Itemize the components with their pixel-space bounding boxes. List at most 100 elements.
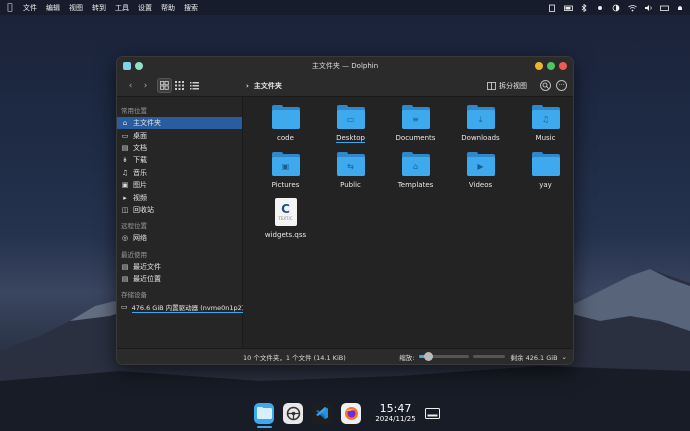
menu-tools[interactable]: 工具 bbox=[115, 3, 129, 13]
home-icon: ⌂ bbox=[122, 119, 128, 128]
menu-file[interactable]: 文件 bbox=[23, 3, 37, 13]
breadcrumb[interactable]: › 主文件夹 bbox=[246, 81, 282, 91]
keyboard-icon[interactable] bbox=[660, 4, 669, 12]
dock-clock[interactable]: 15:47 2024/11/25 bbox=[375, 403, 416, 424]
sidebar-heading-remote: 远程位置 bbox=[121, 222, 147, 231]
zoom-slider[interactable] bbox=[418, 352, 469, 361]
sidebar-item-music[interactable]: ♫ 音乐 bbox=[117, 167, 242, 179]
firefox-icon[interactable] bbox=[341, 402, 362, 424]
file-label: Documents bbox=[395, 134, 436, 142]
folder-item-downloads[interactable]: ⤓ Downloads bbox=[448, 105, 513, 143]
places-sidebar: 常用位置 ⌂ 主文件夹 ▭ 桌面 ▤ 文档 ↡ 下载 ♫ 音乐 ▣ 图片 ▸ 视频 ◫ 回收站 … bbox=[117, 97, 245, 348]
notifications-icon[interactable] bbox=[676, 4, 684, 12]
sidebar-item-label: 视频 bbox=[133, 193, 147, 202]
volume-icon[interactable] bbox=[644, 4, 652, 12]
compact-view-icon[interactable] bbox=[172, 78, 187, 93]
clock-date: 2024/11/25 bbox=[375, 415, 416, 423]
sidebar-item-recent-locations[interactable]: ▤ 最近位置 bbox=[117, 273, 242, 285]
search-icon[interactable] bbox=[540, 80, 551, 91]
folder-item-music[interactable]: ♫ Music bbox=[513, 105, 573, 143]
sidebar-item-desktop[interactable]: ▭ 桌面 bbox=[117, 129, 242, 141]
sidebar-item-network[interactable]: ◎ 网络 bbox=[117, 232, 242, 244]
battery-icon[interactable] bbox=[564, 4, 573, 12]
maximize-button[interactable] bbox=[547, 62, 555, 70]
wifi-icon[interactable] bbox=[628, 4, 637, 12]
folder-item-templates[interactable]: ⌂ Templates bbox=[383, 152, 448, 189]
sidebar-item-pictures[interactable]: ▣ 图片 bbox=[117, 179, 242, 191]
close-button[interactable] bbox=[559, 62, 567, 70]
split-view-button[interactable]: 拆分视图 bbox=[487, 81, 527, 91]
menu-help[interactable]: 帮助 bbox=[161, 3, 175, 13]
steering-app-icon[interactable] bbox=[283, 402, 304, 424]
dock: 15:47 2024/11/25 bbox=[250, 398, 444, 428]
dolphin-window: 主文件夹 — Dolphin ‹ › › 主文件夹 拆分视图 ··· 常用位置 … bbox=[116, 56, 574, 365]
bluetooth-icon[interactable] bbox=[580, 3, 588, 12]
window-menu-icon[interactable] bbox=[123, 62, 131, 70]
file-view[interactable]: code ▭ Desktop ≡ Documents ⤓ Downloads ♫… bbox=[243, 97, 573, 348]
file-label: Music bbox=[535, 134, 556, 142]
clipboard-icon[interactable] bbox=[548, 4, 556, 12]
menu-edit[interactable]: 编辑 bbox=[46, 3, 60, 13]
apple-icon[interactable]:  bbox=[6, 3, 14, 13]
folder-icon bbox=[271, 105, 300, 129]
sidebar-heading-devices: 存储设备 bbox=[121, 291, 147, 300]
drive-icon: ▭ bbox=[121, 303, 128, 312]
breadcrumb-home[interactable]: 主文件夹 bbox=[254, 81, 282, 91]
menu-view[interactable]: 视图 bbox=[69, 3, 83, 13]
folder-item-code[interactable]: code bbox=[253, 105, 318, 143]
pin-icon[interactable] bbox=[135, 62, 143, 70]
network-icon: ◎ bbox=[121, 234, 129, 243]
folder-pictures-icon: ▣ bbox=[271, 152, 300, 176]
sidebar-item-label: 最近位置 bbox=[133, 275, 161, 284]
file-label: widgets.qss bbox=[264, 231, 307, 239]
sidebar-item-home[interactable]: ⌂ 主文件夹 bbox=[117, 117, 242, 130]
folder-item-videos[interactable]: ▶ Videos bbox=[448, 152, 513, 189]
disk-usage-bar bbox=[472, 355, 505, 358]
back-icon[interactable]: ‹ bbox=[123, 78, 138, 93]
menu-search[interactable]: 搜索 bbox=[184, 3, 198, 13]
chevron-down-icon[interactable]: ⌄ bbox=[562, 353, 567, 361]
folder-item-documents[interactable]: ≡ Documents bbox=[383, 105, 448, 143]
window-titlebar[interactable]: 主文件夹 — Dolphin bbox=[117, 57, 573, 75]
folder-item-pictures[interactable]: ▣ Pictures bbox=[253, 152, 318, 189]
sidebar-item-trash[interactable]: ◫ 回收站 bbox=[117, 204, 242, 216]
trash-icon: ◫ bbox=[121, 205, 129, 214]
details-view-icon[interactable] bbox=[187, 78, 202, 93]
sidebar-item-videos[interactable]: ▸ 视频 bbox=[117, 191, 242, 203]
minimize-button[interactable] bbox=[535, 62, 543, 70]
document-icon: ▤ bbox=[121, 143, 129, 152]
breadcrumb-chevron-icon: › bbox=[246, 81, 249, 90]
sidebar-item-drive[interactable]: ▭ 476.6 GiB 内置驱动器 (nvme0n1p2) bbox=[117, 301, 245, 313]
sidebar-item-recent-files[interactable]: ▤ 最近文件 bbox=[117, 261, 242, 273]
download-icon: ↡ bbox=[122, 156, 128, 165]
sidebar-item-label: 图片 bbox=[133, 181, 147, 190]
zoom-slider-handle[interactable] bbox=[424, 352, 433, 361]
night-mode-icon[interactable] bbox=[612, 4, 620, 12]
sidebar-item-documents[interactable]: ▤ 文档 bbox=[117, 142, 242, 154]
file-label: Downloads bbox=[461, 134, 500, 142]
music-icon: ♫ bbox=[121, 168, 129, 177]
forward-icon[interactable]: › bbox=[138, 78, 153, 93]
brightness-icon[interactable] bbox=[596, 4, 604, 12]
file-item-widgets-qss[interactable]: C TEXT/C widgets.qss bbox=[253, 198, 318, 239]
menu-go[interactable]: 转到 bbox=[92, 3, 106, 13]
sidebar-item-downloads[interactable]: ↡ 下载 bbox=[117, 154, 242, 166]
menu-settings[interactable]: 设置 bbox=[138, 3, 152, 13]
show-desktop-icon[interactable] bbox=[424, 403, 440, 424]
sidebar-item-label: 476.6 GiB 内置驱动器 (nvme0n1p2) bbox=[131, 303, 245, 313]
free-space-label: 剩余 426.1 GiB bbox=[510, 353, 558, 362]
vscode-icon[interactable] bbox=[312, 402, 333, 424]
recent-files-icon: ▤ bbox=[121, 262, 129, 271]
folder-music-icon: ♫ bbox=[531, 105, 560, 129]
folder-item-public[interactable]: ⇆ Public bbox=[318, 152, 383, 189]
sidebar-item-label: 主文件夹 bbox=[133, 119, 161, 128]
file-label: Public bbox=[340, 181, 361, 189]
more-menu-button[interactable]: ··· bbox=[556, 80, 567, 91]
sidebar-item-label: 桌面 bbox=[133, 131, 147, 140]
status-bar: 10 个文件夹，1 个文件 (14.1 KiB) 缩放: 剩余 426.1 Gi… bbox=[117, 348, 573, 364]
top-menubar:  文件 编辑 视图 转到 工具 设置 帮助 搜索 bbox=[0, 0, 690, 15]
icons-view-icon[interactable] bbox=[157, 78, 172, 93]
folder-item-desktop[interactable]: ▭ Desktop bbox=[318, 105, 383, 143]
folder-item-yay[interactable]: yay bbox=[513, 152, 573, 189]
dolphin-files-icon[interactable] bbox=[254, 402, 275, 428]
